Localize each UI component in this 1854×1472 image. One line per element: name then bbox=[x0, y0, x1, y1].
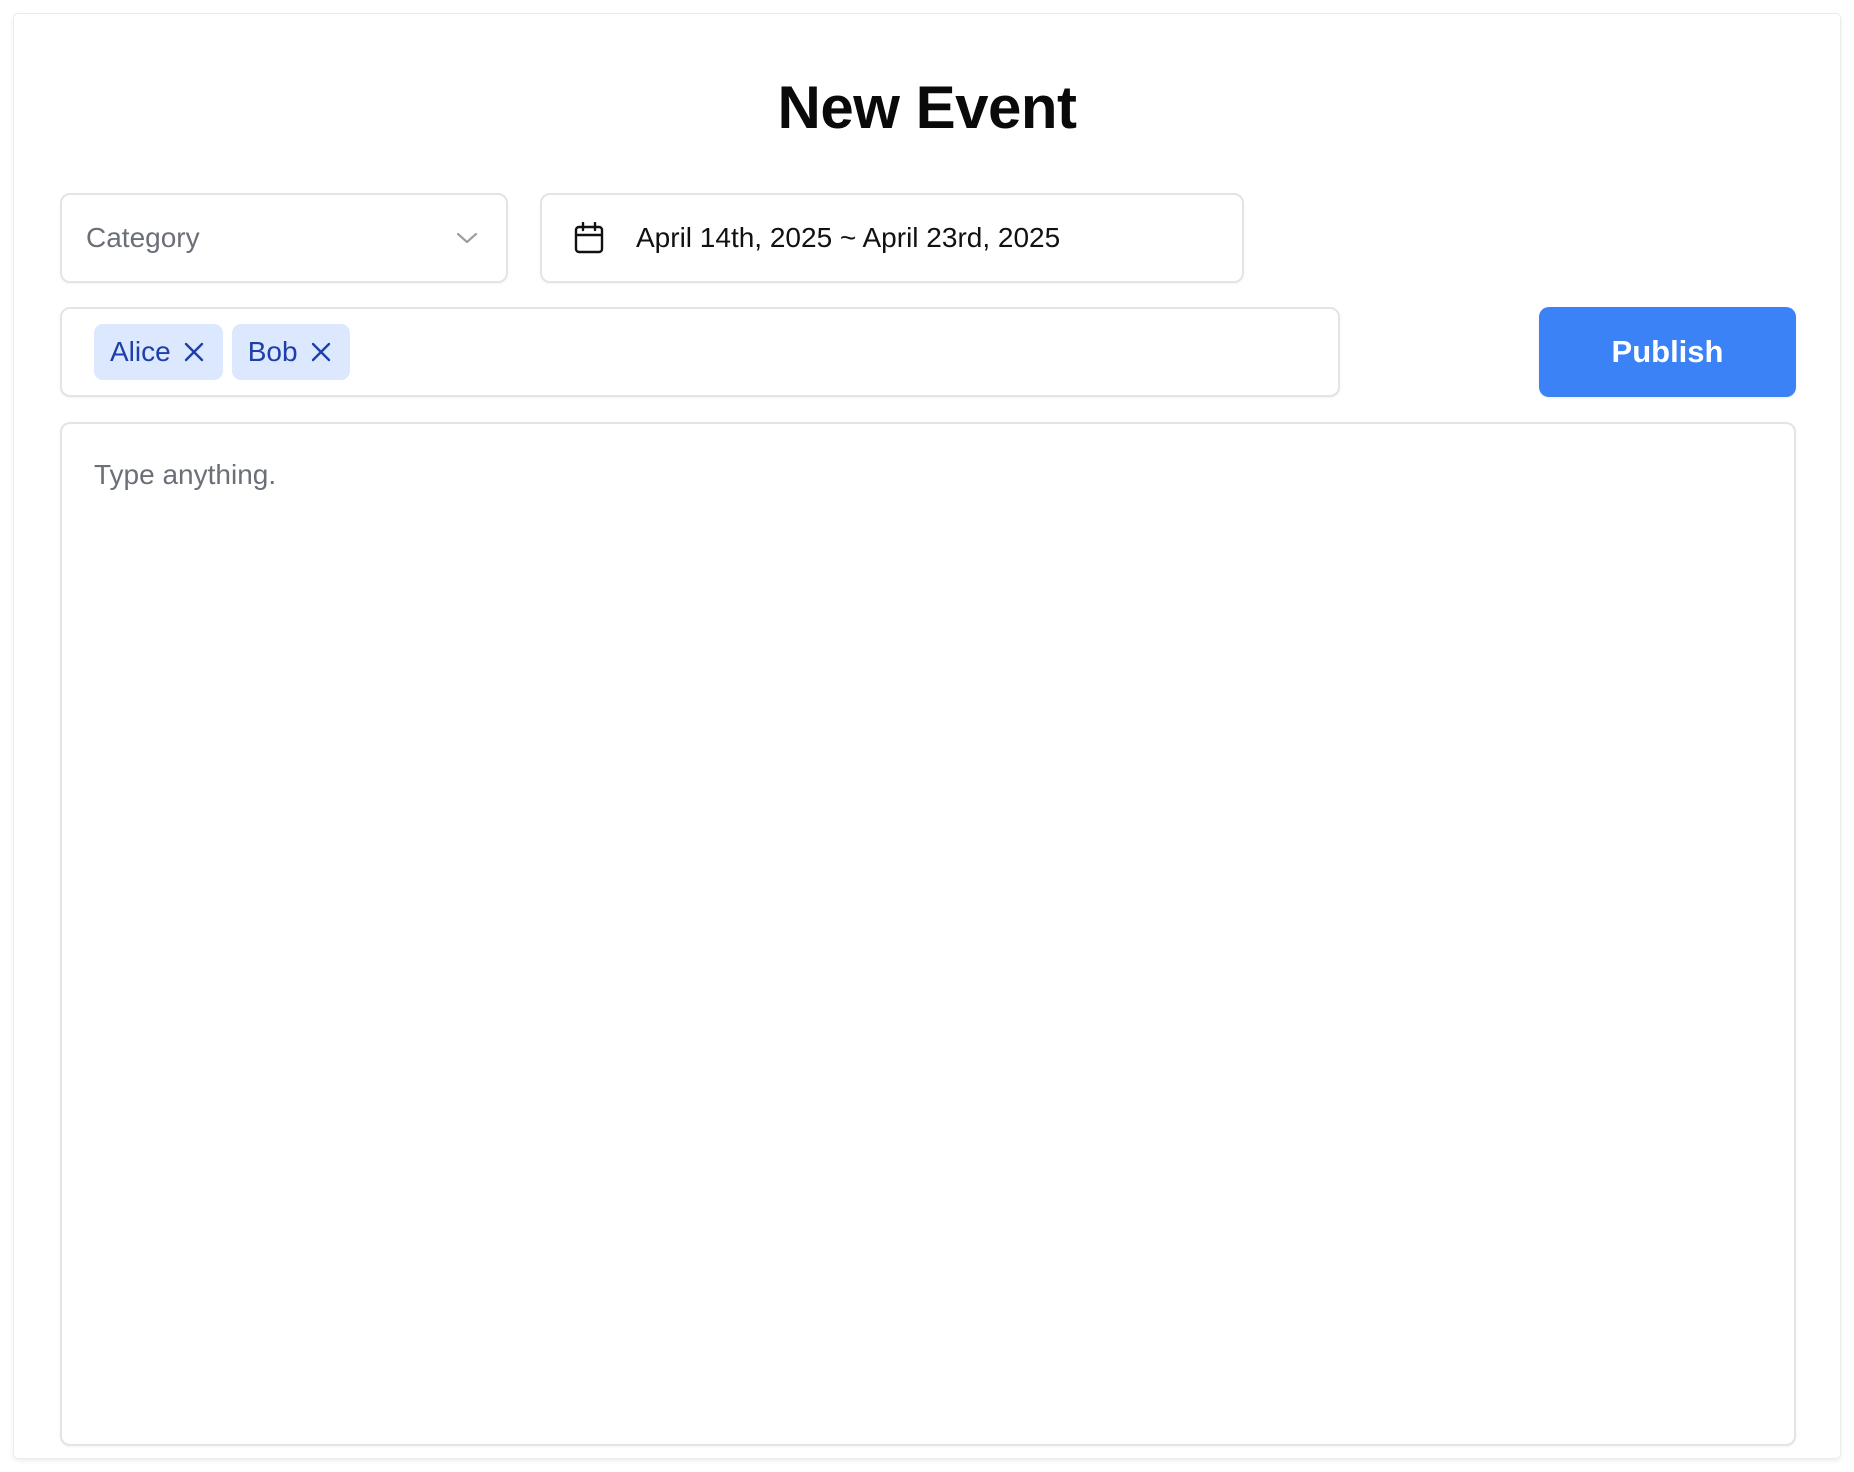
category-select[interactable]: Category bbox=[60, 193, 508, 283]
date-range-value: April 14th, 2025 ~ April 23rd, 2025 bbox=[636, 222, 1061, 253]
page-title: New Event bbox=[777, 74, 1077, 141]
date-range-picker[interactable]: April 14th, 2025 ~ April 23rd, 2025 bbox=[540, 193, 1244, 283]
attendee-tag-label: Alice bbox=[110, 336, 171, 367]
chevron-down-icon bbox=[456, 231, 478, 245]
attendee-tag: Bob bbox=[231, 324, 350, 380]
attendees-input[interactable]: Alice Bob bbox=[60, 307, 1340, 397]
editor-placeholder: Type anything. bbox=[94, 459, 277, 490]
category-placeholder: Category bbox=[86, 222, 200, 253]
content-editor[interactable]: Type anything. bbox=[60, 422, 1796, 1446]
attendee-tag-label: Bob bbox=[247, 336, 298, 367]
close-icon[interactable] bbox=[183, 341, 205, 363]
publish-button[interactable]: Publish bbox=[1539, 307, 1796, 397]
event-form-card: New Event Category April 14th, 2025 ~ Ap… bbox=[14, 14, 1840, 1458]
calendar-icon bbox=[574, 222, 604, 254]
attendee-tag: Alice bbox=[94, 324, 223, 380]
close-icon[interactable] bbox=[310, 341, 332, 363]
